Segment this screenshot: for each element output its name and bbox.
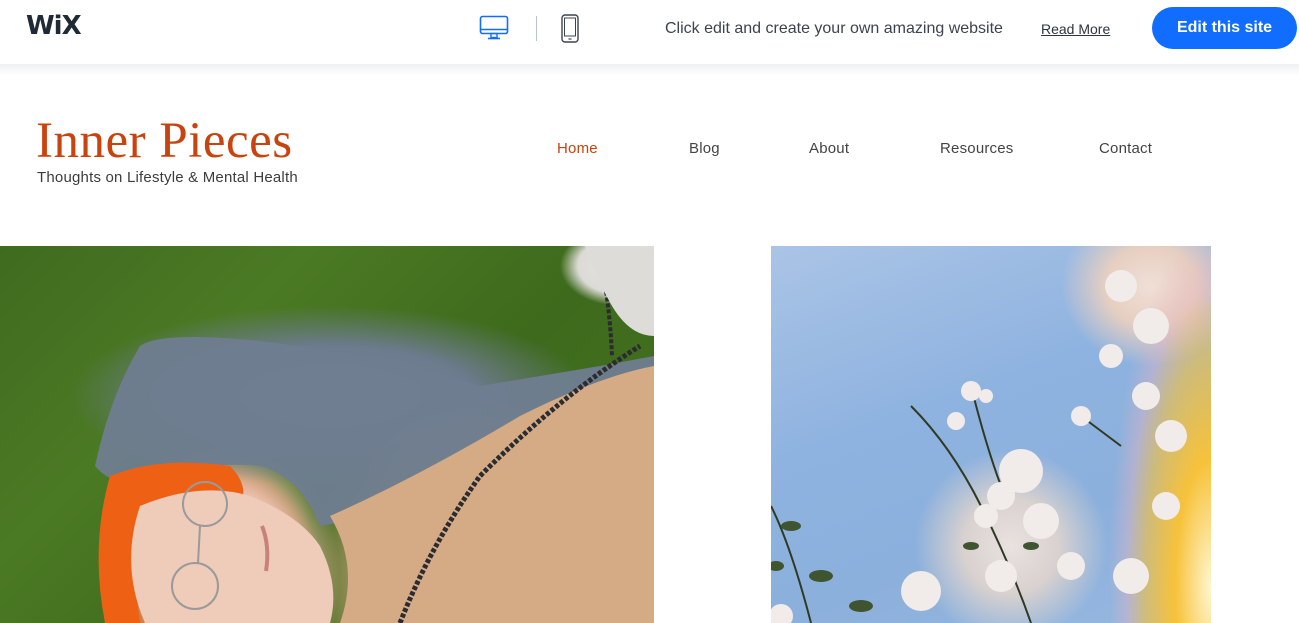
read-more-link[interactable]: Read More — [1041, 20, 1110, 38]
mobile-icon[interactable] — [561, 14, 579, 43]
desktop-icon[interactable] — [479, 15, 509, 42]
nav-item-blog[interactable]: Blog — [689, 139, 720, 159]
photo-person-on-grass[interactable] — [0, 246, 654, 623]
edit-site-button[interactable]: Edit this site — [1152, 7, 1297, 49]
top-bar-shadow — [0, 64, 1299, 76]
photo-cherry-blossoms[interactable] — [771, 246, 1211, 623]
wix-top-bar: WiX Click edit and create your own amazi… — [0, 0, 1299, 64]
nav-item-about[interactable]: About — [809, 139, 849, 159]
main-nav: Home Blog About Resources Contact — [0, 139, 1299, 159]
nav-item-contact[interactable]: Contact — [1099, 139, 1152, 159]
device-separator — [536, 16, 537, 41]
site-tagline: Thoughts on Lifestyle & Mental Health — [37, 169, 298, 186]
promo-text: Click edit and create your own amazing w… — [665, 20, 1003, 37]
wix-logo[interactable]: WiX — [26, 12, 82, 40]
nav-item-home[interactable]: Home — [557, 139, 598, 159]
nav-item-resources[interactable]: Resources — [940, 139, 1014, 159]
